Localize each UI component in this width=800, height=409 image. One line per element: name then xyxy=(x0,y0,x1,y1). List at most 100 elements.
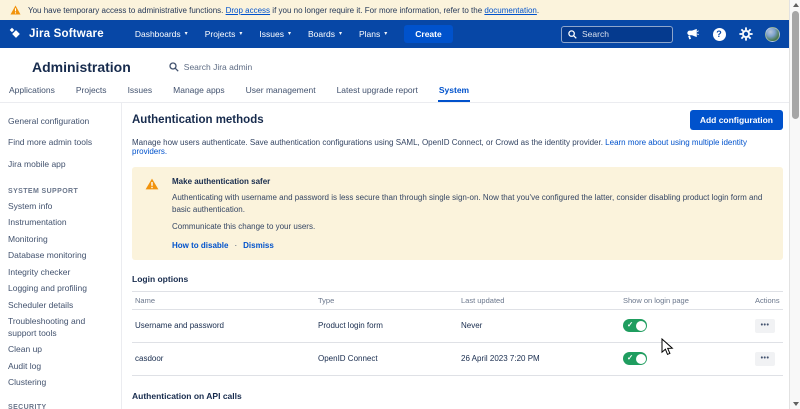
nav-menus: Dashboards▾ Projects▾ Issues▾ Boards▾ Pl… xyxy=(128,25,394,43)
add-configuration-button[interactable]: Add configuration xyxy=(690,110,783,130)
show-on-login-toggle[interactable]: ✓ xyxy=(623,319,647,332)
settings-gear-icon[interactable] xyxy=(738,26,754,42)
ellipsis-icon: ••• xyxy=(761,322,770,329)
row-actions-button[interactable]: ••• xyxy=(755,352,775,366)
sidebar-item-scheduler-details[interactable]: Scheduler details xyxy=(8,297,113,313)
search-icon xyxy=(568,30,577,39)
row-actions-button[interactable]: ••• xyxy=(755,319,775,333)
tab-issues[interactable]: Issues xyxy=(127,82,154,102)
admin-header: Administration xyxy=(0,48,789,82)
tab-applications[interactable]: Applications xyxy=(8,82,56,102)
question-mark-glyph: ? xyxy=(713,28,726,41)
table-row: casdoor OpenID Connect 26 April 2023 7:2… xyxy=(132,343,783,376)
warning-icon xyxy=(145,177,159,195)
nav-menu-label: Plans xyxy=(359,29,380,39)
admin-search[interactable] xyxy=(169,62,314,72)
link-separator: · xyxy=(234,241,237,250)
column-header-show-on-login: Show on login page xyxy=(620,292,752,309)
api-auth-title: Authentication on API calls xyxy=(132,391,783,401)
nav-menu-label: Boards xyxy=(308,29,335,39)
vertical-scrollbar[interactable] xyxy=(789,0,800,409)
scroll-down-arrow-icon[interactable] xyxy=(793,402,799,406)
sidebar-item-find-more-admin-tools[interactable]: Find more admin tools xyxy=(8,132,113,153)
sidebar-group-security: SECURITY Project roles Global permission… xyxy=(8,404,113,409)
page-title: Administration xyxy=(32,59,131,75)
main-header: Authentication methods Add configuration xyxy=(132,110,783,130)
scroll-up-arrow-icon[interactable] xyxy=(793,3,799,7)
tab-system[interactable]: System xyxy=(438,82,470,102)
tab-manage-apps[interactable]: Manage apps xyxy=(172,82,226,102)
nav-menu-projects[interactable]: Projects▾ xyxy=(198,25,250,43)
scrollbar-thumb[interactable] xyxy=(792,11,799,119)
chevron-down-icon: ▾ xyxy=(239,31,242,37)
dismiss-link[interactable]: Dismiss xyxy=(243,241,274,250)
row-last-updated: 26 April 2023 7:20 PM xyxy=(458,345,620,372)
sidebar-group-general: General configuration Find more admin to… xyxy=(8,111,113,175)
banner-text-prefix: You have temporary access to administrat… xyxy=(28,6,226,15)
documentation-link[interactable]: documentation xyxy=(484,6,536,15)
tab-latest-upgrade-report[interactable]: Latest upgrade report xyxy=(336,82,419,102)
column-header-type: Type xyxy=(315,292,458,309)
login-options-table: Name Type Last updated Show on login pag… xyxy=(132,291,783,376)
column-header-actions: Actions xyxy=(752,292,784,309)
row-type: OpenID Connect xyxy=(315,345,458,372)
admin-search-input[interactable] xyxy=(184,62,314,72)
banner-text-middle: if you no longer require it. For more in… xyxy=(270,6,484,15)
announcement-icon[interactable] xyxy=(684,26,700,42)
nav-search-box[interactable] xyxy=(561,26,673,43)
nav-menu-boards[interactable]: Boards▾ xyxy=(301,25,349,43)
toggle-knob xyxy=(636,321,646,331)
sidebar-item-system-info[interactable]: System info xyxy=(8,198,113,214)
table-row: Username and password Product login form… xyxy=(132,310,783,343)
sidebar-item-clustering[interactable]: Clustering xyxy=(8,375,113,391)
row-name: casdoor xyxy=(132,345,315,372)
column-header-last-updated: Last updated xyxy=(458,292,620,309)
row-show-on-login-cell: ✓ xyxy=(620,343,752,374)
sidebar-item-logging-and-profiling[interactable]: Logging and profiling xyxy=(8,281,113,297)
checkmark-icon: ✓ xyxy=(627,320,633,329)
drop-access-link[interactable]: Drop access xyxy=(226,6,270,15)
nav-menu-plans[interactable]: Plans ▾ xyxy=(352,25,394,43)
column-header-name: Name xyxy=(132,292,315,309)
chevron-down-icon: ▾ xyxy=(288,31,291,37)
row-name: Username and password xyxy=(132,312,315,339)
row-show-on-login-cell: ✓ xyxy=(620,310,752,341)
row-actions-cell: ••• xyxy=(752,343,783,375)
sidebar-item-instrumentation[interactable]: Instrumentation xyxy=(8,215,113,231)
banner-text: You have temporary access to administrat… xyxy=(28,6,539,15)
nav-menu-dashboards[interactable]: Dashboards▾ xyxy=(128,25,195,43)
sidebar-item-troubleshooting[interactable]: Troubleshooting and support tools xyxy=(8,314,113,342)
tab-projects[interactable]: Projects xyxy=(75,82,108,102)
section-heading: Authentication methods xyxy=(132,114,264,126)
nav-search-input[interactable] xyxy=(582,29,666,39)
sidebar-item-audit-log[interactable]: Audit log xyxy=(8,358,113,374)
how-to-disable-link[interactable]: How to disable xyxy=(172,241,228,250)
description-text: Manage how users authenticate. Save auth… xyxy=(132,138,605,147)
search-icon xyxy=(169,62,179,72)
sidebar-item-monitoring[interactable]: Monitoring xyxy=(8,231,113,247)
nav-right: ? xyxy=(561,26,780,43)
top-navbar: Jira Software Dashboards▾ Projects▾ Issu… xyxy=(0,20,789,48)
sidebar-item-integrity-checker[interactable]: Integrity checker xyxy=(8,264,113,280)
tab-user-management[interactable]: User management xyxy=(245,82,317,102)
sidebar-item-general-configuration[interactable]: General configuration xyxy=(8,111,113,132)
nav-menu-issues[interactable]: Issues ▾ xyxy=(252,25,298,43)
user-avatar[interactable] xyxy=(765,27,780,42)
chevron-down-icon: ▾ xyxy=(384,31,387,37)
sidebar-item-clean-up[interactable]: Clean up xyxy=(8,342,113,358)
jira-logo[interactable]: Jira Software xyxy=(9,27,104,41)
sidebar-group-title: SYSTEM SUPPORT xyxy=(8,188,113,195)
warning-title: Make authentication safer xyxy=(172,177,769,186)
sidebar-item-jira-mobile-app[interactable]: Jira mobile app xyxy=(8,154,113,175)
checkmark-icon: ✓ xyxy=(627,353,633,362)
warning-icon xyxy=(10,5,21,15)
help-icon[interactable]: ? xyxy=(711,26,727,42)
sidebar-group-title: SECURITY xyxy=(8,404,113,409)
nav-menu-label: Dashboards xyxy=(135,29,181,39)
admin-tabs: Applications Projects Issues Manage apps… xyxy=(0,82,789,103)
sidebar-item-database-monitoring[interactable]: Database monitoring xyxy=(8,248,113,264)
create-button[interactable]: Create xyxy=(404,25,452,43)
ellipsis-icon: ••• xyxy=(761,355,770,362)
show-on-login-toggle[interactable]: ✓ xyxy=(623,352,647,365)
nav-menu-label: Issues xyxy=(259,29,284,39)
